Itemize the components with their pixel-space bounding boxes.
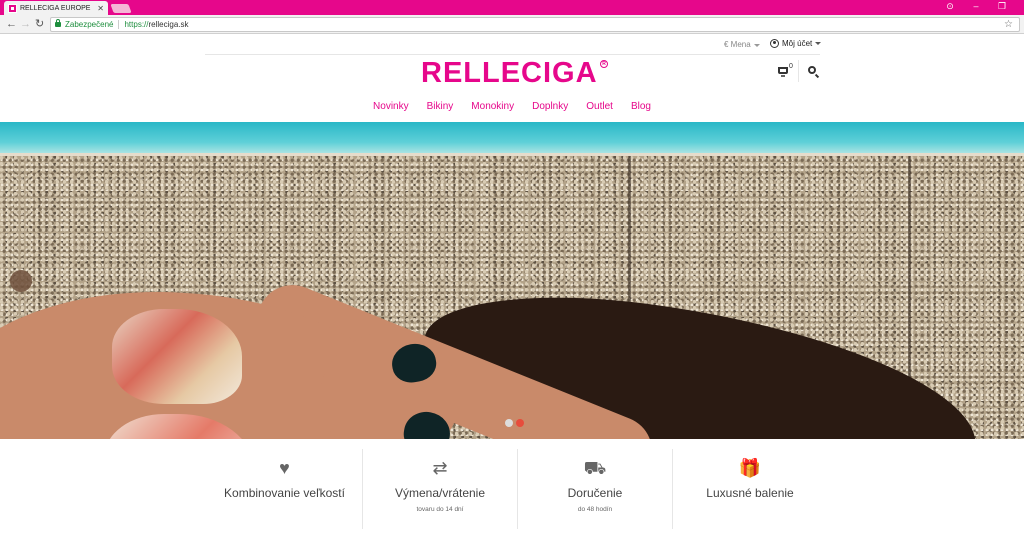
currency-dropdown[interactable]: € Mena: [724, 40, 760, 49]
site-logo[interactable]: RELLECIGA: [421, 57, 598, 90]
header-divider: [798, 60, 799, 82]
tab-close-icon[interactable]: ✕: [97, 4, 104, 13]
nav-item-monokiny[interactable]: Monokiny: [470, 101, 515, 112]
carousel-dot[interactable]: [505, 419, 513, 427]
tab-title: RELLECIGA EUROPE: [20, 4, 91, 12]
chevron-down-icon: [815, 42, 822, 45]
url-host: relleciga.sk: [148, 20, 189, 29]
carousel-indicators: [505, 419, 524, 427]
registered-mark: R: [600, 60, 608, 68]
features-row: ♥ Kombinovanie veľkostí ⇄ Výmena/vráteni…: [207, 449, 827, 529]
address-bar[interactable]: Zabezpečené https:// relleciga.sk ☆: [50, 17, 1020, 32]
restore-button[interactable]: ❐: [990, 1, 1014, 12]
currency-label: € Mena: [724, 40, 751, 49]
cart-button[interactable]: 0: [778, 63, 793, 77]
nav-item-bikiny[interactable]: Bikiny: [426, 101, 455, 112]
account-dropdown[interactable]: Môj účet: [770, 39, 822, 48]
hero-pool-water: [0, 122, 1024, 156]
profile-icon[interactable]: ⊙: [938, 1, 962, 12]
feature-title: Výmena/vrátenie: [394, 486, 486, 500]
main-navigation: Novinky Bikiny Monokiny Doplnky Outlet B…: [0, 101, 1024, 112]
carousel-prev-button[interactable]: [10, 270, 32, 292]
exchange-icon: ⇄: [432, 458, 448, 478]
browser-tab[interactable]: RELLECIGA EUROPE ✕: [4, 1, 108, 15]
back-icon[interactable]: ←: [6, 18, 17, 30]
hero-bikini-top-left: [112, 309, 242, 404]
url-scheme: https://: [124, 20, 149, 29]
cart-count: 0: [789, 63, 793, 70]
feature-title: Luxusné balenie: [706, 486, 794, 500]
minimize-button[interactable]: –: [964, 1, 988, 11]
browser-tab-strip: RELLECIGA EUROPE ✕ ⊙ – ❐: [0, 0, 1024, 15]
forward-icon[interactable]: →: [20, 18, 31, 30]
nav-item-novinky[interactable]: Novinky: [372, 101, 410, 112]
topbar-divider: [205, 54, 820, 55]
truck-icon: ⛟: [583, 458, 607, 478]
nav-item-doplnky[interactable]: Doplnky: [531, 101, 569, 112]
feature-delivery: ⛟ Doručenie do 48 hodín: [517, 449, 672, 529]
feature-size-combination: ♥ Kombinovanie veľkostí: [207, 449, 362, 529]
feature-exchange: ⇄ Výmena/vrátenie tovaru do 14 dní: [362, 449, 517, 529]
secure-label: Zabezpečené: [65, 20, 114, 29]
feature-subtitle: tovaru do 14 dní: [416, 506, 464, 513]
heart-icon: ♥: [279, 458, 290, 478]
favicon-icon: [8, 3, 17, 13]
new-tab-button[interactable]: [110, 4, 132, 13]
feature-title: Kombinovanie veľkostí: [224, 486, 345, 500]
bookmark-star-icon[interactable]: ☆: [1004, 19, 1013, 30]
site-topbar: € Mena Môj účet: [0, 35, 1024, 55]
search-icon[interactable]: [808, 66, 816, 74]
browser-toolbar: ← → ↻ Zabezpečené https:// relleciga.sk …: [0, 15, 1024, 34]
reload-icon[interactable]: ↻: [35, 18, 44, 30]
chevron-down-icon: [753, 44, 760, 47]
account-label: Môj účet: [782, 39, 813, 48]
omnibox-separator: [118, 20, 120, 29]
nav-item-outlet[interactable]: Outlet: [585, 101, 614, 112]
lock-icon: [55, 19, 61, 27]
cart-icon: [778, 67, 788, 77]
hero-slider[interactable]: [0, 122, 1024, 439]
feature-luxury-packaging: 🎁 Luxusné balenie: [672, 449, 827, 529]
feature-title: Doručenie: [567, 486, 623, 500]
nav-item-blog[interactable]: Blog: [630, 101, 652, 112]
carousel-dot[interactable]: [516, 419, 524, 427]
gift-icon: 🎁: [738, 458, 762, 478]
user-icon: [770, 39, 779, 48]
feature-subtitle: do 48 hodín: [577, 506, 613, 513]
